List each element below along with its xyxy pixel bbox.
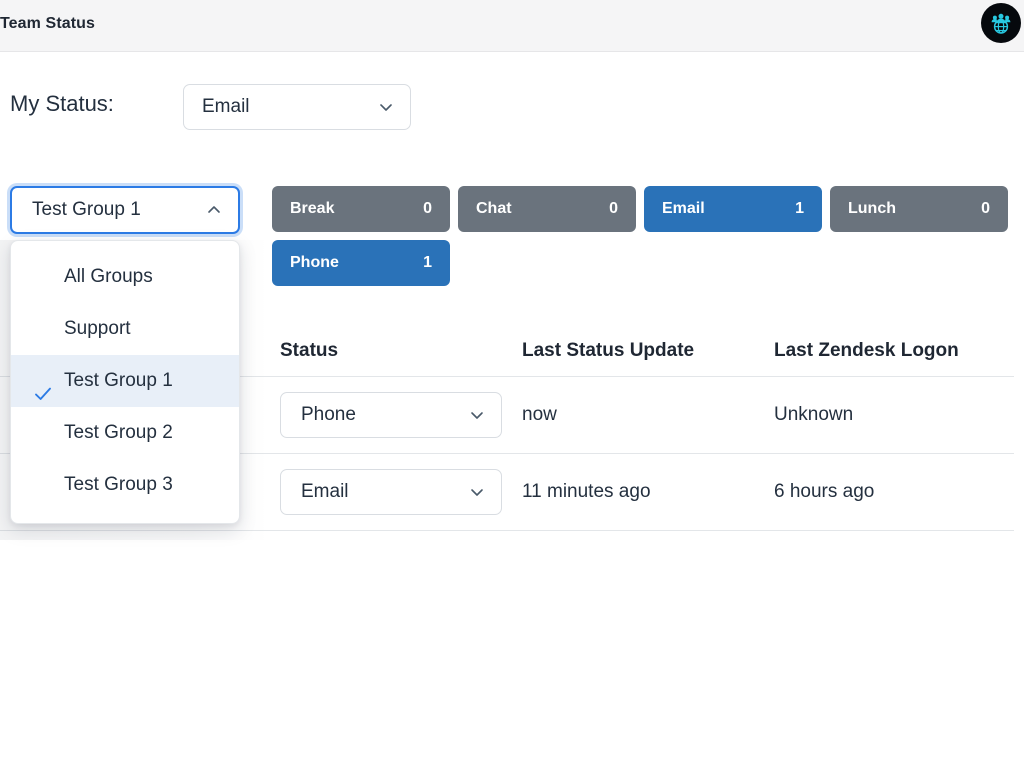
column-header-last-zendesk-logon: Last Zendesk Logon <box>774 340 1014 362</box>
group-option-label: Test Group 2 <box>64 422 173 443</box>
pill-count: 1 <box>795 200 804 218</box>
row-status-select[interactable]: Email <box>280 469 502 515</box>
cell-status: Phone <box>280 392 522 438</box>
pill-count: 0 <box>981 200 990 218</box>
chevron-down-icon <box>469 484 485 500</box>
group-option-label: All Groups <box>64 266 153 287</box>
group-filter-value: Test Group 1 <box>32 199 141 221</box>
group-option-label: Test Group 3 <box>64 474 173 495</box>
row-status-value: Phone <box>301 404 356 426</box>
group-option-test-group-1[interactable]: Test Group 1 <box>11 355 239 407</box>
cell-status: Email <box>280 469 522 515</box>
group-option-test-group-2[interactable]: Test Group 2 <box>11 407 239 459</box>
cell-last-status-update: 11 minutes ago <box>522 481 774 503</box>
status-pill-chat[interactable]: Chat 0 <box>458 186 636 232</box>
status-pill-lunch[interactable]: Lunch 0 <box>830 186 1008 232</box>
my-status-value: Email <box>202 96 250 118</box>
pill-label: Chat <box>476 200 512 218</box>
status-pill-email[interactable]: Email 1 <box>644 186 822 232</box>
group-option-support[interactable]: Support <box>11 303 239 355</box>
status-pill-break[interactable]: Break 0 <box>272 186 450 232</box>
group-filter-select[interactable]: Test Group 1 <box>10 186 240 234</box>
cell-last-status-update: now <box>522 404 774 426</box>
cell-last-zendesk-logon: 6 hours ago <box>774 481 1014 503</box>
my-status-row: My Status: Email <box>0 82 1024 130</box>
chevron-up-icon <box>206 202 222 218</box>
my-status-label: My Status: <box>10 91 114 117</box>
group-filter-dropdown-menu: All Groups Support Test Group 1 Test Gro… <box>10 240 240 524</box>
column-header-last-status-update: Last Status Update <box>522 340 774 362</box>
group-option-test-group-3[interactable]: Test Group 3 <box>11 459 239 511</box>
pill-label: Lunch <box>848 200 896 218</box>
check-icon <box>34 372 52 390</box>
pill-label: Phone <box>290 254 339 272</box>
team-globe-icon <box>988 10 1014 36</box>
chevron-down-icon <box>469 407 485 423</box>
row-status-select[interactable]: Phone <box>280 392 502 438</box>
group-option-label: Support <box>64 318 131 339</box>
row-status-value: Email <box>301 481 349 503</box>
status-pill-group: Break 0 Chat 0 Email 1 Lunch 0 Phone 1 <box>272 186 1012 294</box>
pill-count: 0 <box>423 200 432 218</box>
group-option-label: Test Group 1 <box>64 370 173 391</box>
avatar[interactable] <box>981 3 1021 43</box>
chevron-down-icon <box>378 99 394 115</box>
status-pill-phone[interactable]: Phone 1 <box>272 240 450 286</box>
page-title: Team Status <box>0 15 95 33</box>
column-header-status: Status <box>280 340 522 362</box>
pill-label: Break <box>290 200 334 218</box>
status-pill-row-2: Phone 1 <box>272 240 1012 286</box>
pill-count: 0 <box>609 200 618 218</box>
status-pill-row-1: Break 0 Chat 0 Email 1 Lunch 0 <box>272 186 1012 232</box>
pill-label: Email <box>662 200 705 218</box>
cell-last-zendesk-logon: Unknown <box>774 404 1014 426</box>
group-option-all-groups[interactable]: All Groups <box>11 251 239 303</box>
pill-count: 1 <box>423 254 432 272</box>
my-status-select[interactable]: Email <box>183 84 411 130</box>
app-header-bar: Team Status <box>0 0 1024 52</box>
